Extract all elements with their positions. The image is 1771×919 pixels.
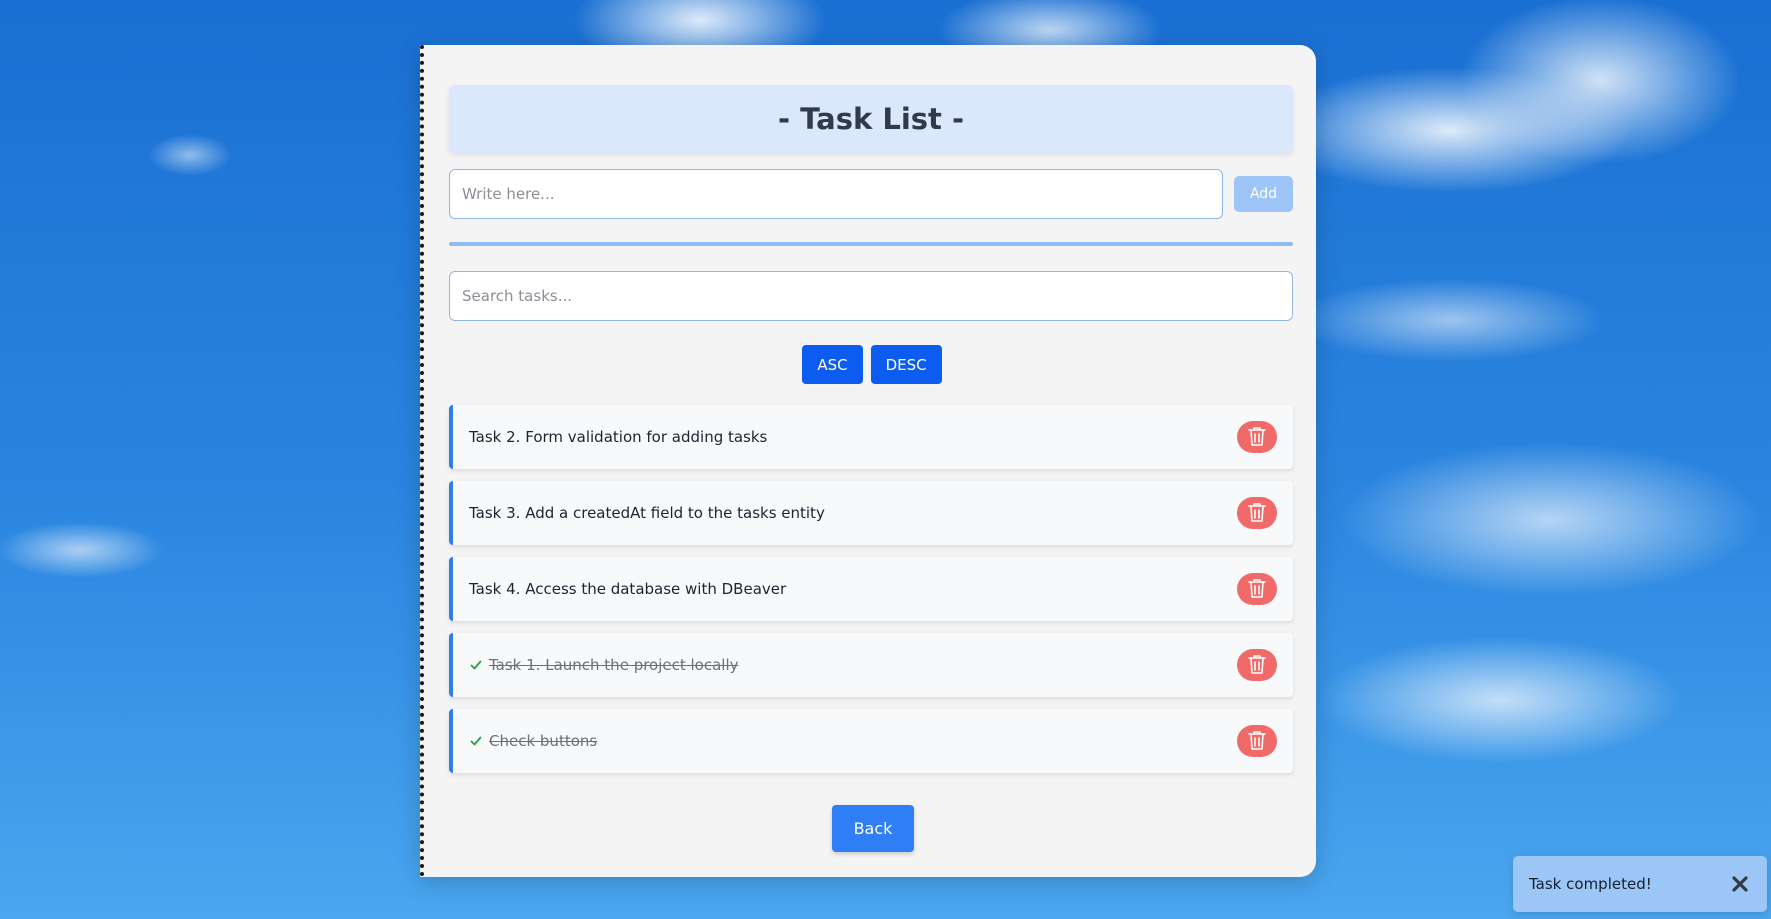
back-button[interactable]: Back bbox=[832, 805, 914, 852]
header: - Task List - bbox=[449, 85, 1293, 153]
task-item[interactable]: Task 3. Add a createdAt field to the tas… bbox=[449, 481, 1293, 545]
task-list: Task 2. Form validation for adding tasks… bbox=[449, 405, 1293, 785]
trash-icon bbox=[1247, 653, 1267, 678]
trash-icon bbox=[1247, 501, 1267, 526]
trash-icon bbox=[1247, 729, 1267, 754]
delete-task-button[interactable] bbox=[1237, 497, 1277, 529]
search-input[interactable] bbox=[449, 271, 1293, 321]
sort-buttons: ASC DESC bbox=[424, 345, 1320, 384]
trash-icon bbox=[1247, 425, 1267, 450]
trash-icon bbox=[1247, 577, 1267, 602]
sort-asc-button[interactable]: ASC bbox=[802, 345, 863, 384]
close-icon[interactable] bbox=[1729, 873, 1751, 895]
page-title: - Task List - bbox=[777, 102, 965, 136]
delete-task-button[interactable] bbox=[1237, 649, 1277, 681]
task-item[interactable]: Task 4. Access the database with DBeaver bbox=[449, 557, 1293, 621]
task-text[interactable]: Task 1. Launch the project locally bbox=[489, 656, 1237, 674]
sort-desc-button[interactable]: DESC bbox=[870, 345, 942, 384]
check-icon bbox=[469, 734, 483, 748]
task-text[interactable]: Check buttons bbox=[489, 732, 1237, 750]
task-item[interactable]: Task 2. Form validation for adding tasks bbox=[449, 405, 1293, 469]
add-button[interactable]: Add bbox=[1234, 176, 1293, 212]
divider bbox=[449, 242, 1293, 246]
toast-notification: Task completed! bbox=[1513, 856, 1767, 912]
task-item-completed[interactable]: Task 1. Launch the project locally bbox=[449, 633, 1293, 697]
task-text[interactable]: Task 3. Add a createdAt field to the tas… bbox=[469, 504, 1237, 522]
task-list-card: - Task List - Add ASC DESC Task 2. Form … bbox=[420, 45, 1316, 877]
task-item-completed[interactable]: Check buttons bbox=[449, 709, 1293, 773]
delete-task-button[interactable] bbox=[1237, 421, 1277, 453]
toast-message: Task completed! bbox=[1529, 875, 1652, 893]
check-icon bbox=[469, 658, 483, 672]
task-text[interactable]: Task 4. Access the database with DBeaver bbox=[469, 580, 1237, 598]
delete-task-button[interactable] bbox=[1237, 725, 1277, 757]
task-text[interactable]: Task 2. Form validation for adding tasks bbox=[469, 428, 1237, 446]
new-task-input[interactable] bbox=[449, 169, 1223, 219]
delete-task-button[interactable] bbox=[1237, 573, 1277, 605]
